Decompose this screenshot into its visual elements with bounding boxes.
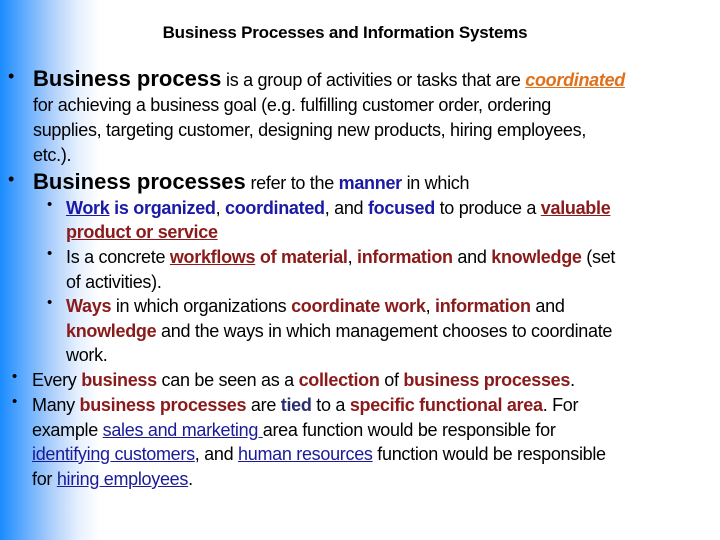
text: is a group of activities or tasks that a…	[221, 70, 526, 90]
text: (set	[581, 247, 616, 267]
bullet-business-process-line4: etc.).	[33, 145, 72, 165]
emphasis-business: business	[81, 370, 157, 390]
bullet-many-business-processes-line4: for hiring employees.	[32, 467, 712, 492]
bullet-business-process-line3: supplies, targeting customer, designing …	[33, 120, 587, 140]
sub-bullet-concrete-workflows: Is a concrete workflows of material, inf…	[66, 245, 706, 270]
slide-title: Business Processes and Information Syste…	[162, 23, 528, 42]
text: to a	[311, 395, 350, 415]
sub-bullet-work-organized: Work is organized, coordinated, and focu…	[66, 196, 706, 221]
text: to produce a	[434, 198, 541, 218]
text: are	[246, 395, 281, 415]
bullet-icon: •	[12, 393, 18, 410]
text: ,	[425, 296, 435, 316]
link-human-resources[interactable]: human resources	[238, 444, 373, 464]
emphasis-business-processes: business processes	[79, 395, 247, 415]
text: and	[530, 296, 565, 316]
link-identifying-customers[interactable]: identifying customers	[32, 444, 195, 464]
text: can be seen as a	[156, 370, 299, 390]
term-business-process: Business process	[33, 66, 222, 91]
text: Every	[32, 370, 82, 390]
emphasis-collection: collection	[298, 370, 380, 390]
bullet-icon: •	[8, 66, 15, 86]
emphasis-work: Work	[66, 198, 110, 218]
bullet-icon: •	[12, 368, 18, 385]
sub-bullet-icon: •	[47, 294, 53, 311]
bullet-icon: •	[8, 169, 15, 189]
text: ,	[347, 247, 358, 267]
sub-bullet-ways-line2: knowledge and the ways in which manageme…	[66, 319, 706, 344]
link-sales-and-marketing[interactable]: sales and marketing	[103, 420, 263, 440]
text: and the ways in which management chooses…	[156, 321, 613, 341]
sub-bullet-concrete-workflows-line2: of activities).	[66, 272, 162, 292]
bullet-many-business-processes-line2: example sales and marketing area functio…	[32, 418, 712, 443]
emphasis-knowledge: knowledge	[66, 321, 157, 341]
text: of	[379, 370, 404, 390]
emphasis-ways: Ways	[66, 296, 112, 316]
emphasis-specific-functional-area: specific functional area	[349, 395, 543, 415]
text: for	[32, 469, 57, 489]
emphasis-valuable: valuable	[540, 198, 611, 218]
text: , and	[324, 198, 368, 218]
bullet-business-process-line2: for achieving a business goal (e.g. fulf…	[33, 95, 551, 115]
slide: Business Processes and Information Syste…	[0, 0, 720, 540]
emphasis-of-material: of material	[255, 247, 348, 267]
emphasis-product-or-service: product or service	[66, 222, 218, 242]
text: .	[570, 370, 575, 390]
emphasis-manner: manner	[338, 173, 403, 193]
text: Many	[32, 395, 80, 415]
sub-bullet-ways-line3: work.	[66, 345, 108, 365]
bullet-many-business-processes: Many business processes are tied to a sp…	[32, 393, 712, 418]
text: . For	[542, 395, 579, 415]
text: function would be responsible	[372, 444, 606, 464]
bullet-many-business-processes-line3: identifying customers, and human resourc…	[32, 442, 712, 467]
text: ,	[215, 198, 226, 218]
sub-bullet-ways: Ways in which organizations coordinate w…	[66, 294, 706, 319]
sub-bullet-icon: •	[47, 196, 53, 213]
link-hiring-employees[interactable]: hiring employees	[57, 469, 189, 489]
emphasis-information: information	[435, 296, 531, 316]
emphasis-workflows: workflows	[169, 247, 256, 267]
emphasis-coordinated: coordinated	[225, 198, 325, 218]
emphasis-information: information	[357, 247, 453, 267]
bullet-business-process: Business process is a group of activitie…	[33, 66, 720, 93]
emphasis-focused: focused	[367, 198, 435, 218]
emphasis-is-organized: is organized	[109, 198, 216, 218]
emphasis-business-processes: business processes	[403, 370, 571, 390]
text: , and	[194, 444, 239, 464]
text: in which organizations	[111, 296, 292, 316]
sub-bullet-work-organized-line2: product or service	[66, 220, 706, 245]
term-business-processes: Business processes	[33, 169, 246, 194]
text: example	[32, 420, 103, 440]
bullet-business-processes: Business processes refer to the manner i…	[33, 169, 720, 196]
emphasis-coordinate-work: coordinate work	[291, 296, 426, 316]
bullet-every-business: Every business can be seen as a collecti…	[32, 368, 712, 393]
emphasis-knowledge: knowledge	[491, 247, 582, 267]
text: area function would be responsible for	[262, 420, 556, 440]
emphasis-coordinated: coordinated	[525, 70, 625, 90]
text: and	[452, 247, 492, 267]
text: refer to the	[245, 173, 339, 193]
sub-bullet-icon: •	[47, 245, 53, 262]
emphasis-tied: tied	[280, 395, 312, 415]
text: .	[188, 469, 193, 489]
text: Is a concrete	[66, 247, 170, 267]
text: in which	[401, 173, 470, 193]
